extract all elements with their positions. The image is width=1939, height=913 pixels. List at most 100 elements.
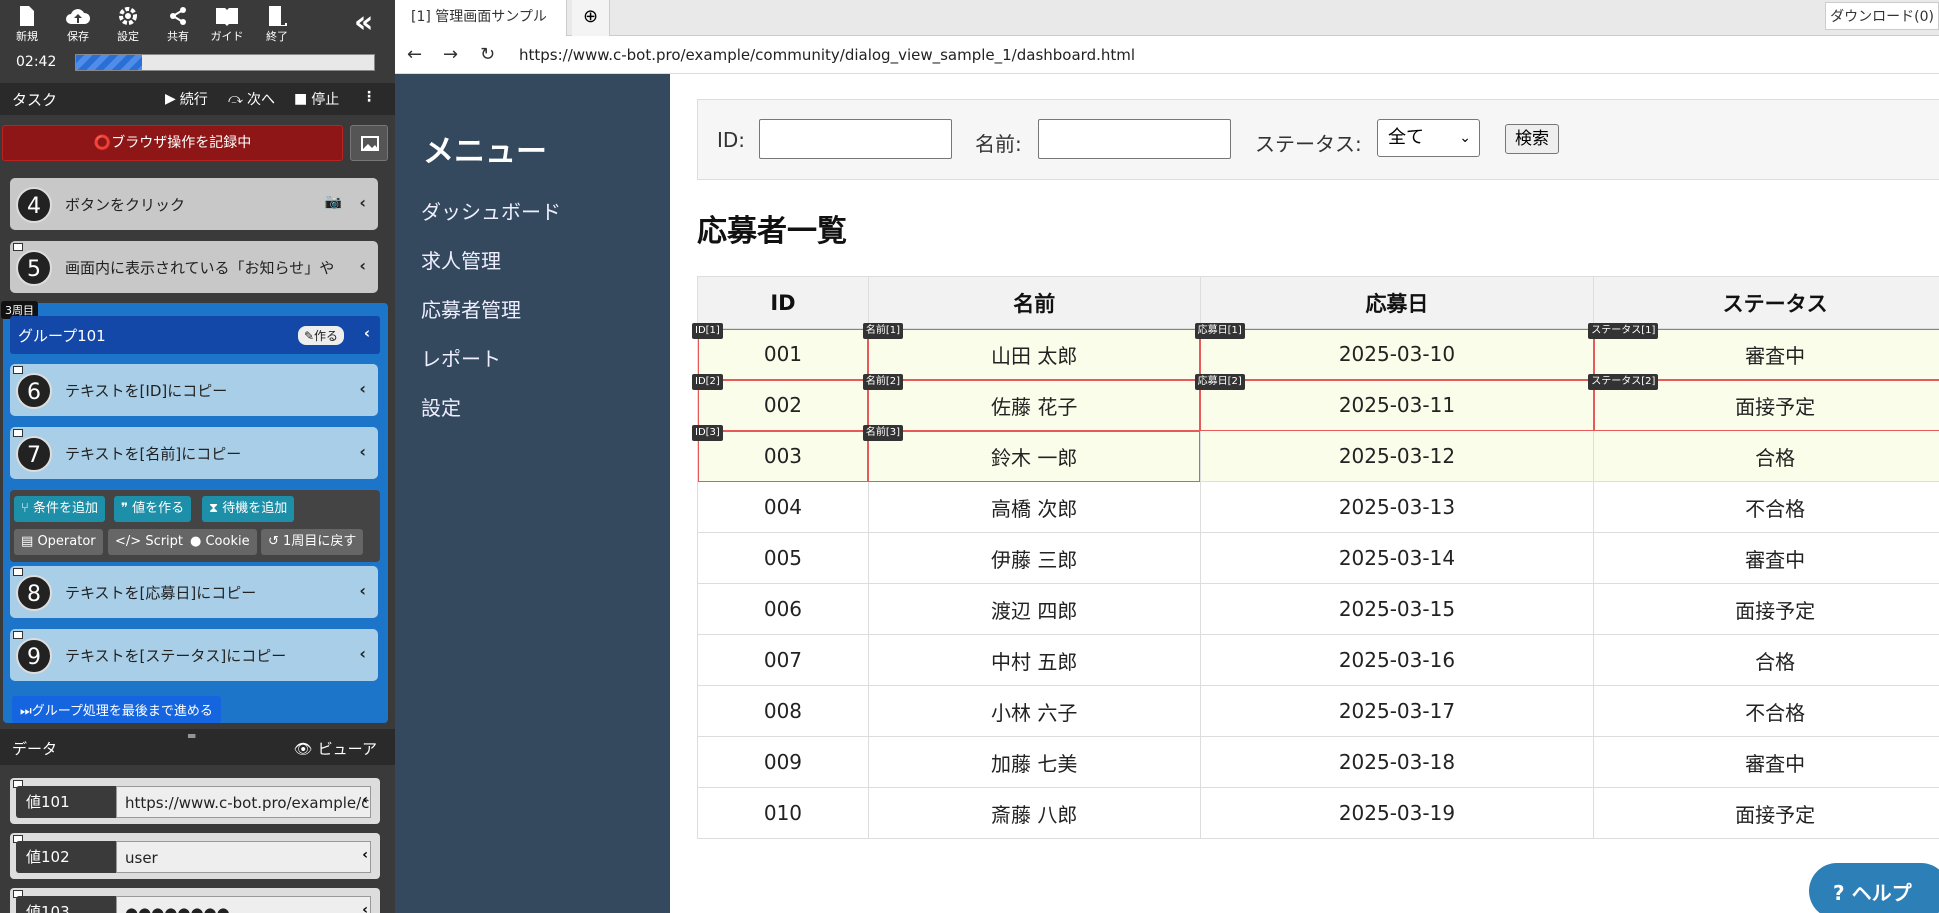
table-cell[interactable]: 伊藤 三郎 bbox=[867, 532, 1201, 584]
name-input[interactable] bbox=[1038, 119, 1231, 159]
chevron-left-icon[interactable]: ‹ bbox=[359, 442, 366, 461]
table-cell[interactable]: 面接予定 bbox=[1593, 583, 1939, 635]
step-4[interactable]: 4 ボタンをクリック 📷 ‹ bbox=[10, 178, 378, 230]
chevron-left-icon[interactable]: ‹ bbox=[362, 902, 368, 913]
next-button[interactable]: ⤼ 次へ bbox=[228, 89, 275, 109]
menu-item-jobs[interactable]: 求人管理 bbox=[421, 245, 501, 274]
reload-icon[interactable]: ↻ bbox=[480, 44, 495, 65]
step-5[interactable]: 5 画面内に表示されている「お知らせ」や ‹ bbox=[10, 241, 378, 293]
table-cell[interactable]: 佐藤 花子 名前[2] bbox=[862, 374, 1201, 431]
table-cell[interactable]: 2025-03-14 bbox=[1199, 532, 1595, 584]
table-cell[interactable]: 008 bbox=[697, 685, 869, 737]
resize-handle-icon[interactable]: ═ bbox=[188, 729, 195, 743]
chevron-left-icon[interactable]: ‹ bbox=[359, 379, 366, 398]
url-field[interactable]: https://www.c-bot.pro/example/community/… bbox=[519, 46, 1135, 64]
add-condition-button[interactable]: ⑂ 条件を追加 bbox=[14, 496, 105, 522]
collapse-panel-icon[interactable]: « bbox=[354, 8, 388, 38]
table-cell[interactable]: 鈴木 一郎 名前[3] bbox=[862, 425, 1201, 482]
browser-tab[interactable]: [1] 管理画面サンプル bbox=[395, 0, 567, 36]
table-cell[interactable]: 加藤 七美 bbox=[867, 736, 1201, 788]
exit-button[interactable]: 終了 bbox=[255, 6, 299, 46]
table-cell[interactable]: 面接予定 bbox=[1593, 787, 1939, 839]
menu-item-dashboard[interactable]: ダッシュボード bbox=[421, 196, 561, 225]
table-cell[interactable]: 審査中 ステータス[1] bbox=[1588, 323, 1939, 380]
make-value-button[interactable]: ❞ 値を作る bbox=[114, 496, 192, 522]
chevron-left-icon[interactable]: ‹ bbox=[362, 847, 368, 863]
table-cell[interactable]: 審査中 bbox=[1593, 736, 1939, 788]
step-8[interactable]: 8 テキストを[応募日]にコピー ‹ bbox=[10, 566, 378, 618]
table-cell[interactable]: 003 ID[3] bbox=[692, 425, 869, 482]
help-button[interactable]: ? ヘルプ bbox=[1809, 863, 1939, 913]
screenshot-button[interactable] bbox=[350, 125, 388, 161]
data-value[interactable]: https://www.c-bot.pro/example/c bbox=[116, 786, 371, 818]
table-cell[interactable]: 002 ID[2] bbox=[692, 374, 869, 431]
table-cell[interactable]: 2025-03-11 応募日[2] bbox=[1194, 374, 1595, 431]
table-cell[interactable]: 斎藤 八郎 bbox=[867, 787, 1201, 839]
more-menu-icon[interactable]: ⋮ bbox=[362, 89, 376, 105]
chevron-left-icon[interactable]: ‹ bbox=[359, 644, 366, 663]
chevron-left-icon[interactable]: ‹ bbox=[364, 324, 370, 342]
data-value[interactable]: ●●●●●●●● bbox=[116, 896, 371, 913]
settings-button[interactable]: 設定 bbox=[106, 6, 150, 46]
step-7[interactable]: 7 テキストを[名前]にコピー ‹ bbox=[10, 427, 378, 479]
table-cell[interactable]: 004 bbox=[697, 481, 869, 533]
recording-indicator-button[interactable]: ⭕ブラウザ操作を記録中 bbox=[2, 125, 343, 161]
table-cell[interactable]: 006 bbox=[697, 583, 869, 635]
table-cell[interactable]: 2025-03-17 bbox=[1199, 685, 1595, 737]
menu-item-settings[interactable]: 設定 bbox=[421, 392, 461, 421]
run-group-to-end-button[interactable]: ⏭グループ処理を最後まで進める bbox=[12, 696, 221, 723]
table-cell[interactable]: 010 bbox=[697, 787, 869, 839]
table-cell[interactable]: 2025-03-12 bbox=[1199, 430, 1595, 482]
id-input[interactable] bbox=[759, 119, 952, 159]
download-button[interactable]: ダウンロード(0) bbox=[1825, 2, 1939, 30]
table-cell[interactable]: 2025-03-10 応募日[1] bbox=[1194, 323, 1595, 380]
menu-item-applicants[interactable]: 応募者管理 bbox=[421, 294, 521, 323]
table-cell[interactable]: 中村 五郎 bbox=[867, 634, 1201, 686]
data-row[interactable]: 値102 user ‹ bbox=[10, 833, 380, 879]
menu-item-reports[interactable]: レポート bbox=[421, 343, 501, 372]
guide-button[interactable]: ガイド bbox=[205, 6, 249, 46]
step-9[interactable]: 9 テキストを[ステータス]にコピー ‹ bbox=[10, 629, 378, 681]
group-header[interactable]: グループ101 ✎作る ‹ bbox=[10, 316, 380, 354]
chevron-left-icon[interactable]: ‹ bbox=[362, 792, 368, 808]
script-button[interactable]: </> Script bbox=[108, 529, 191, 555]
table-cell[interactable]: 2025-03-15 bbox=[1199, 583, 1595, 635]
table-cell[interactable]: 不合格 bbox=[1593, 481, 1939, 533]
new-tab-plus-icon[interactable]: ⊕ bbox=[572, 0, 610, 36]
table-cell[interactable]: 渡辺 四郎 bbox=[867, 583, 1201, 635]
operator-button[interactable]: ▤ Operator bbox=[14, 529, 103, 555]
chevron-left-icon[interactable]: ‹ bbox=[359, 256, 366, 275]
data-value[interactable]: user bbox=[116, 841, 371, 873]
table-cell[interactable]: 2025-03-13 bbox=[1199, 481, 1595, 533]
table-cell[interactable]: 合格 bbox=[1593, 430, 1939, 482]
back-arrow-icon[interactable]: ← bbox=[407, 44, 422, 65]
new-button[interactable]: 新規 bbox=[5, 6, 49, 46]
table-cell[interactable]: 不合格 bbox=[1593, 685, 1939, 737]
chevron-left-icon[interactable]: ‹ bbox=[359, 193, 366, 212]
table-cell[interactable]: 007 bbox=[697, 634, 869, 686]
add-wait-button[interactable]: ⧗ 待機を追加 bbox=[202, 496, 295, 522]
data-row[interactable]: 値101 https://www.c-bot.pro/example/c ‹ bbox=[10, 778, 380, 824]
table-cell[interactable]: 2025-03-16 bbox=[1199, 634, 1595, 686]
table-cell[interactable]: 審査中 bbox=[1593, 532, 1939, 584]
table-cell[interactable]: 009 bbox=[697, 736, 869, 788]
group-make-button[interactable]: ✎作る bbox=[298, 326, 345, 345]
save-button[interactable]: 保存 bbox=[56, 6, 100, 46]
table-cell[interactable]: 山田 太郎 名前[1] bbox=[862, 323, 1201, 380]
table-cell[interactable]: 2025-03-19 bbox=[1199, 787, 1595, 839]
viewer-button[interactable]: 👁 ビューア bbox=[294, 738, 377, 759]
forward-arrow-icon[interactable]: → bbox=[443, 44, 458, 65]
table-cell[interactable]: 面接予定 ステータス[2] bbox=[1588, 374, 1939, 431]
chevron-left-icon[interactable]: ‹ bbox=[359, 581, 366, 600]
stop-button[interactable]: ■ 停止 bbox=[294, 89, 339, 109]
data-row[interactable]: 値103 ●●●●●●●● ‹ bbox=[10, 888, 380, 913]
search-button[interactable]: 検索 bbox=[1505, 124, 1559, 154]
table-cell[interactable]: 小林 六子 bbox=[867, 685, 1201, 737]
status-select[interactable]: 全て ⌄ bbox=[1377, 119, 1480, 157]
cookie-button[interactable]: ● Cookie bbox=[183, 529, 257, 555]
table-cell[interactable]: 001 ID[1] bbox=[692, 323, 869, 380]
share-button[interactable]: 共有 bbox=[156, 6, 200, 46]
table-cell[interactable]: 高橋 次郎 bbox=[867, 481, 1201, 533]
continue-button[interactable]: ▶ 続行 bbox=[165, 89, 208, 109]
table-cell[interactable]: 合格 bbox=[1593, 634, 1939, 686]
